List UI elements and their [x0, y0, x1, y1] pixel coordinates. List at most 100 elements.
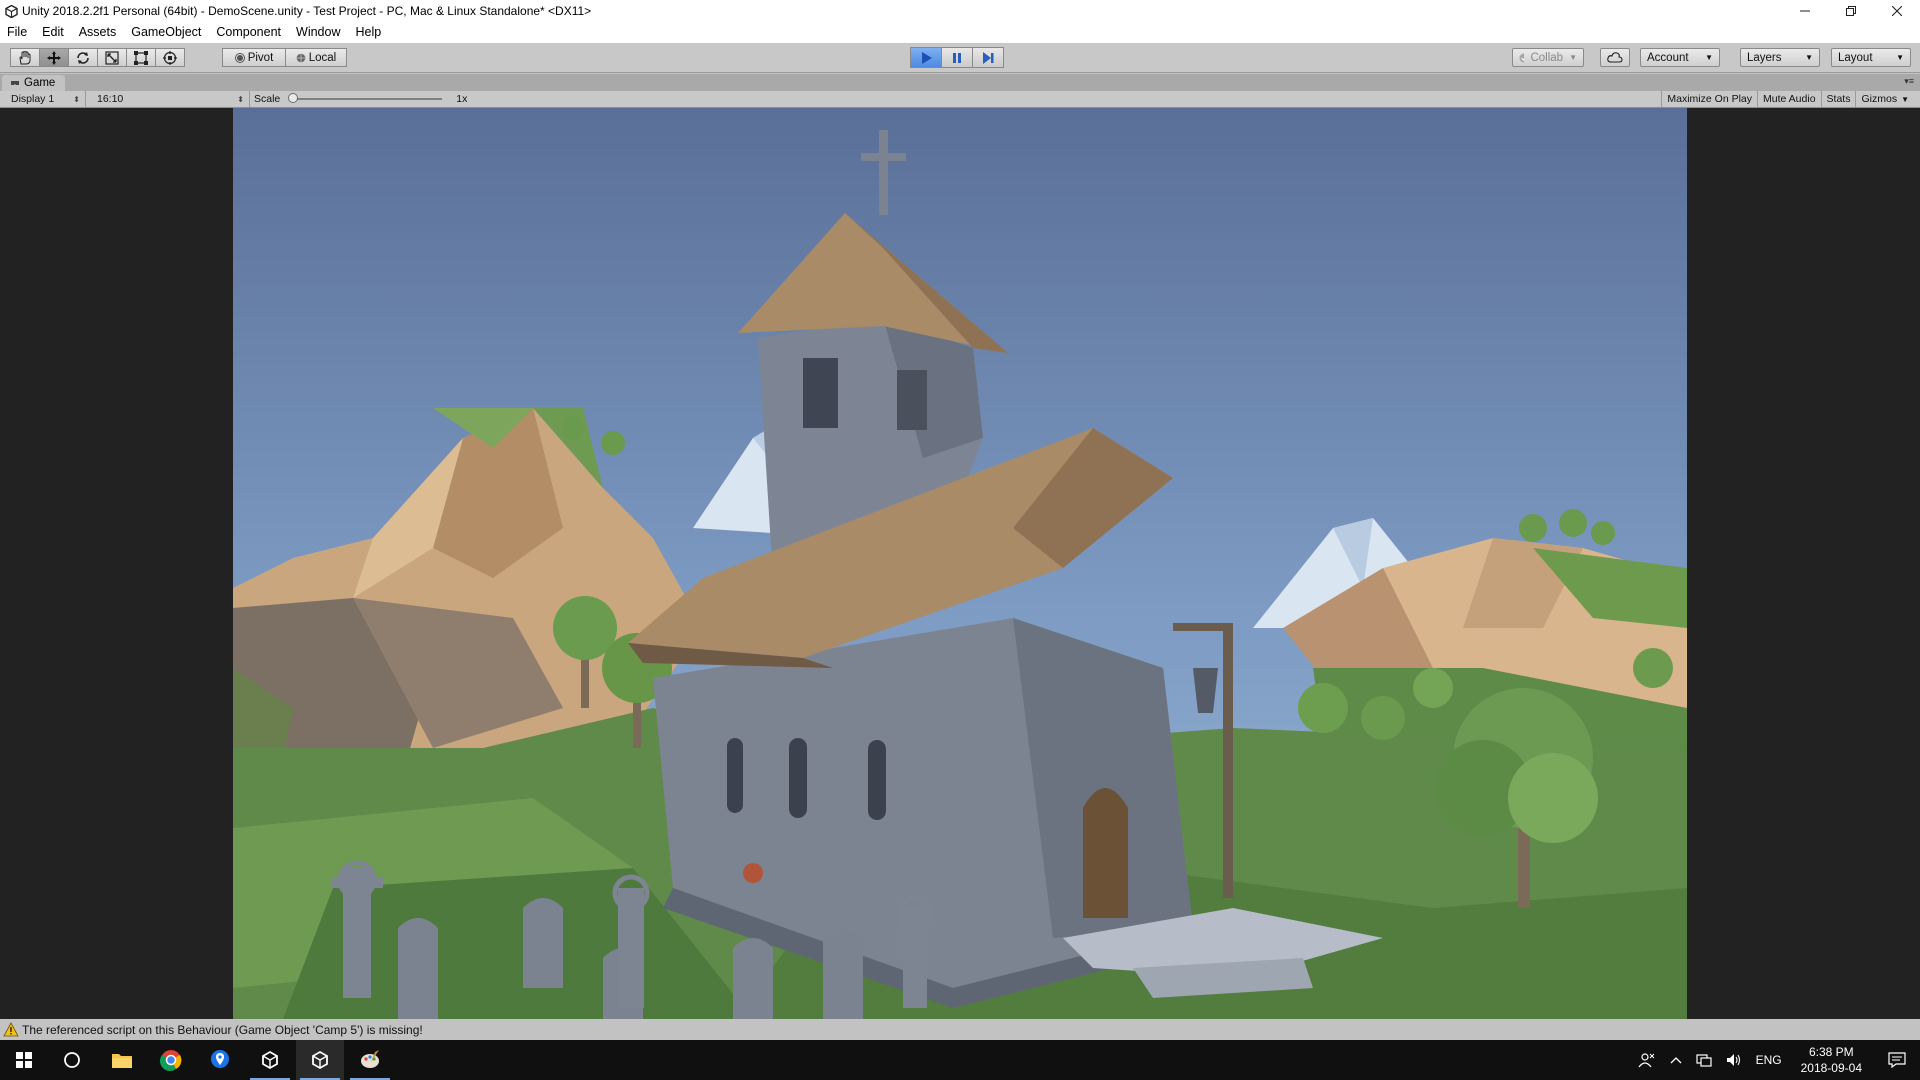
console-message: The referenced script on this Behaviour … — [22, 1022, 423, 1037]
menu-window[interactable]: Window — [289, 22, 348, 43]
scale-control: Scale 1x — [254, 91, 467, 107]
maps-icon[interactable] — [196, 1040, 244, 1080]
game-viewport[interactable] — [233, 108, 1687, 1019]
network-icon[interactable] — [1689, 1053, 1719, 1067]
chevron-down-icon: ▼ — [1901, 94, 1909, 104]
unity-editor-icon[interactable] — [296, 1040, 344, 1080]
chevron-down-icon: ▼ — [1705, 53, 1713, 62]
collab-dropdown[interactable]: Collab ▼ — [1512, 48, 1584, 67]
game-tab-bar: Game ▾≡ — [0, 74, 1920, 91]
warning-icon — [3, 1021, 19, 1036]
step-button[interactable] — [972, 47, 1004, 68]
display-dropdown[interactable]: Display 1 ⬍ — [6, 91, 86, 107]
display-label: Display 1 — [11, 93, 55, 105]
chevron-updown-icon: ⬍ — [73, 94, 80, 104]
layers-controls: Layers ▼ — [1740, 48, 1820, 67]
chevron-down-icon: ▼ — [1805, 53, 1813, 62]
layout-controls: Layout ▼ — [1831, 48, 1911, 67]
playback-controls — [910, 47, 1004, 68]
cloud-controls — [1600, 48, 1630, 67]
layers-label: Layers — [1747, 51, 1782, 64]
console-status-bar[interactable]: The referenced script on this Behaviour … — [0, 1019, 1920, 1040]
pivot-icon — [234, 52, 245, 63]
mute-audio-toggle[interactable]: Mute Audio — [1757, 91, 1821, 107]
window-title: Unity 2018.2.2f1 Personal (64bit) - Demo… — [22, 4, 592, 18]
volume-icon[interactable] — [1719, 1053, 1749, 1067]
pivot-label: Pivot — [247, 51, 274, 64]
rect-tool-icon[interactable] — [126, 48, 156, 67]
collab-label: Collab — [1530, 51, 1564, 64]
local-toggle[interactable]: Local — [285, 48, 347, 67]
maximize-on-play-toggle[interactable]: Maximize On Play — [1661, 91, 1757, 107]
gizmos-dropdown[interactable]: Gizmos ▼ — [1855, 91, 1914, 107]
move-tool-icon[interactable] — [39, 48, 69, 67]
check-icon — [1519, 53, 1525, 62]
game-view-area — [0, 108, 1920, 1019]
window-titlebar: Unity 2018.2.2f1 Personal (64bit) - Demo… — [0, 0, 1920, 22]
windows-taskbar: ENG 6:38 PM 2018-09-04 — [0, 1040, 1920, 1080]
local-icon — [296, 53, 306, 62]
stats-toggle[interactable]: Stats — [1820, 91, 1856, 107]
close-icon[interactable] — [1874, 0, 1920, 22]
system-tray: ENG 6:38 PM 2018-09-04 — [1631, 1040, 1920, 1080]
scale-slider-thumb[interactable] — [288, 93, 299, 103]
pause-button[interactable] — [941, 47, 973, 68]
aspect-dropdown[interactable]: 16:10 ⬍ — [92, 91, 250, 107]
menu-bar: File Edit Assets GameObject Component Wi… — [0, 22, 1920, 43]
menu-edit[interactable]: Edit — [35, 22, 72, 43]
cortana-search-icon[interactable] — [48, 1040, 96, 1080]
rotate-tool-icon[interactable] — [68, 48, 98, 67]
transform-tools — [10, 48, 185, 67]
tab-game[interactable]: Game — [2, 75, 66, 91]
minimize-icon[interactable] — [1782, 0, 1828, 22]
account-controls: Account ▼ — [1640, 48, 1720, 67]
layout-label: Layout — [1838, 51, 1873, 64]
layers-dropdown[interactable]: Layers ▼ — [1740, 48, 1820, 67]
gizmos-label: Gizmos — [1861, 93, 1898, 105]
chrome-icon[interactable] — [147, 1040, 195, 1080]
game-controller-icon — [11, 81, 19, 85]
clock-time: 6:38 PM — [1808, 1045, 1854, 1059]
cloud-button[interactable] — [1600, 48, 1630, 67]
restore-icon[interactable] — [1828, 0, 1874, 22]
language-indicator[interactable]: ENG — [1749, 1053, 1789, 1067]
menu-file[interactable]: File — [0, 22, 35, 43]
play-icon — [922, 51, 932, 64]
unity-hub-icon[interactable] — [246, 1040, 294, 1080]
account-dropdown[interactable]: Account ▼ — [1640, 48, 1720, 67]
scale-slider[interactable] — [288, 93, 443, 103]
hand-tool-icon[interactable] — [10, 48, 40, 67]
chevron-down-icon: ▼ — [1896, 53, 1904, 62]
scale-value: 1x — [456, 93, 468, 105]
scene-render — [233, 108, 1687, 1019]
chevron-updown-icon: ⬍ — [237, 94, 244, 104]
chevron-up-icon[interactable] — [1663, 1055, 1689, 1065]
people-icon[interactable] — [1631, 1052, 1663, 1068]
pivot-controls: Pivot Local — [222, 48, 347, 67]
notifications-icon[interactable] — [1874, 1052, 1920, 1068]
scale-label: Scale — [254, 93, 281, 105]
clock-date: 2018-09-04 — [1800, 1061, 1862, 1075]
paint-icon[interactable] — [346, 1040, 394, 1080]
windows-start-icon[interactable] — [0, 1040, 48, 1080]
game-control-bar: Display 1 ⬍ 16:10 ⬍ Scale 1x Maximize On… — [0, 91, 1920, 108]
collab-controls: Collab ▼ — [1512, 48, 1584, 67]
play-button[interactable] — [910, 47, 942, 68]
menu-help[interactable]: Help — [348, 22, 389, 43]
scale-tool-icon[interactable] — [97, 48, 127, 67]
menu-assets[interactable]: Assets — [72, 22, 125, 43]
layout-dropdown[interactable]: Layout ▼ — [1831, 48, 1911, 67]
tab-game-label: Game — [24, 77, 56, 89]
menu-gameobject[interactable]: GameObject — [124, 22, 209, 43]
clock[interactable]: 6:38 PM 2018-09-04 — [1789, 1044, 1874, 1076]
file-explorer-icon[interactable] — [98, 1040, 146, 1080]
menu-component[interactable]: Component — [209, 22, 289, 43]
aspect-label: 16:10 — [97, 93, 124, 105]
pivot-toggle[interactable]: Pivot — [222, 48, 286, 67]
step-icon — [983, 51, 994, 64]
main-toolbar: Pivot Local Collab ▼ Account ▼ Layers ▼ … — [0, 43, 1920, 73]
local-label: Local — [308, 51, 337, 64]
transform-tool-icon[interactable] — [155, 48, 185, 67]
tab-menu-icon[interactable]: ▾≡ — [1904, 76, 1914, 87]
cloud-icon — [1607, 52, 1623, 63]
